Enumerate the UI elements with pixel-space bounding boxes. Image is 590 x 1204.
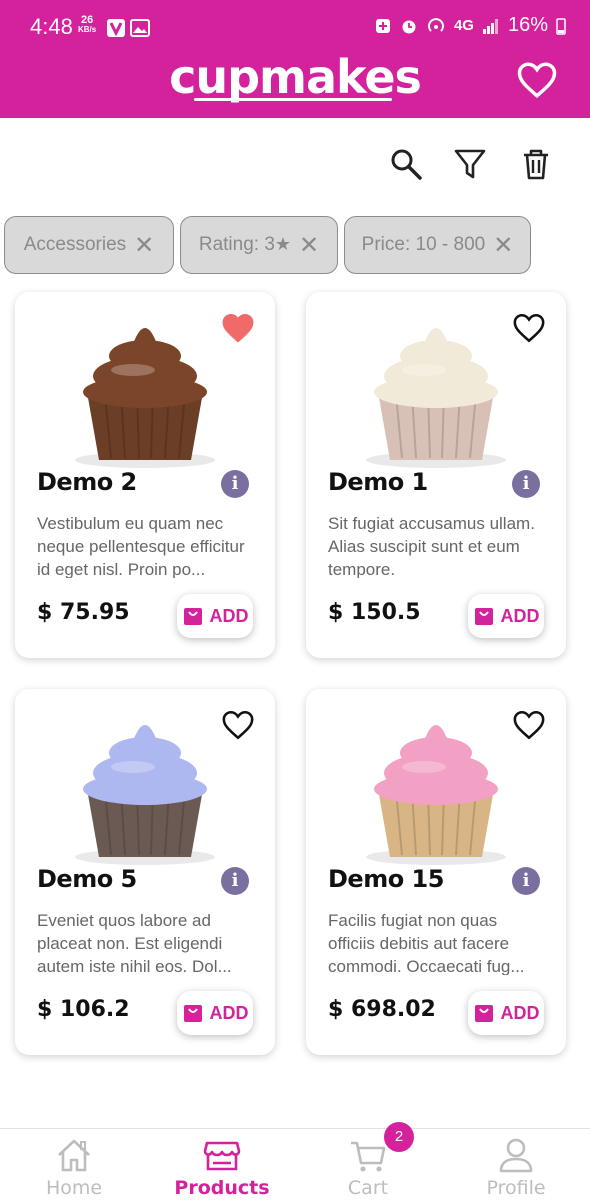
product-card[interactable]: Demo 2 i Vestibulum eu quam nec neque pe… bbox=[15, 292, 275, 658]
profile-icon bbox=[499, 1138, 533, 1173]
product-price: $ 150.5 bbox=[328, 600, 421, 625]
brand-logo: cupmakes bbox=[169, 50, 422, 104]
favorite-heart-icon[interactable] bbox=[221, 312, 255, 344]
nav-label: Home bbox=[45, 1177, 103, 1199]
shopping-bag-icon bbox=[474, 1005, 493, 1022]
home-icon bbox=[58, 1139, 90, 1172]
close-icon[interactable]: ✕ bbox=[299, 231, 319, 260]
product-card[interactable]: Demo 5 i Eveniet quos labore ad placeat … bbox=[15, 689, 275, 1055]
product-card[interactable]: Demo 1 i Sit fugiat accusamus ullam. Ali… bbox=[306, 292, 566, 658]
nav-label: Products bbox=[174, 1177, 270, 1199]
add-button-label: ADD bbox=[500, 605, 540, 626]
add-to-cart-button[interactable]: ADD bbox=[177, 594, 253, 638]
filter-chip-label: Rating: 3★ bbox=[199, 234, 291, 256]
app-screen: 4:48 26 KB/s 4G 16% cupmakes Accessories… bbox=[0, 0, 590, 1204]
app-header: 4:48 26 KB/s 4G 16% cupmakes bbox=[0, 0, 590, 118]
product-title: Demo 2 bbox=[37, 468, 137, 496]
favorite-heart-icon[interactable] bbox=[512, 312, 546, 344]
net-speed-unit: KB/s bbox=[78, 25, 97, 34]
filter-chip-accessories[interactable]: Accessories ✕ bbox=[4, 216, 174, 274]
product-price: $ 106.2 bbox=[37, 997, 130, 1022]
battery-saver-icon bbox=[375, 18, 390, 33]
search-icon[interactable] bbox=[388, 146, 424, 182]
add-button-label: ADD bbox=[209, 1002, 249, 1023]
product-price: $ 75.95 bbox=[37, 600, 130, 625]
product-price: $ 698.02 bbox=[328, 997, 436, 1022]
info-icon[interactable]: i bbox=[512, 470, 540, 498]
status-bar: 4:48 26 KB/s 4G 16% bbox=[0, 0, 590, 56]
cart-badge: 2 bbox=[384, 1122, 414, 1152]
store-icon bbox=[203, 1141, 241, 1171]
product-description: Vestibulum eu quam nec neque pellentesqu… bbox=[37, 514, 245, 578]
product-description: Sit fugiat accusamus ullam. Alias suscip… bbox=[328, 514, 535, 578]
add-button-label: ADD bbox=[209, 605, 249, 626]
favorite-heart-icon[interactable] bbox=[221, 709, 255, 741]
alarm-icon bbox=[402, 20, 416, 33]
product-description: Facilis fugiat non quas officiis debitis… bbox=[328, 911, 525, 975]
shopping-bag-icon bbox=[183, 608, 202, 625]
status-time: 4:48 bbox=[30, 14, 73, 39]
battery-icon bbox=[556, 17, 566, 35]
nav-products[interactable]: Products bbox=[172, 1135, 272, 1204]
shopping-bag-icon bbox=[183, 1005, 202, 1022]
product-title: Demo 5 bbox=[37, 865, 137, 893]
add-button-label: ADD bbox=[500, 1002, 540, 1023]
bottom-nav: Home Products Cart Profile bbox=[0, 1128, 590, 1204]
gallery-notification-icon bbox=[130, 19, 150, 37]
add-to-cart-button[interactable]: ADD bbox=[468, 594, 544, 638]
net-speed-value: 26 bbox=[80, 14, 94, 26]
filter-chip-label: Price: 10 - 800 bbox=[361, 234, 486, 255]
add-to-cart-button[interactable]: ADD bbox=[177, 991, 253, 1035]
nav-profile[interactable]: Profile bbox=[466, 1135, 566, 1204]
info-icon[interactable]: i bbox=[512, 867, 540, 895]
net-speed: 26 KB/s bbox=[78, 15, 96, 35]
network-type: 4G bbox=[453, 17, 474, 34]
info-icon[interactable]: i bbox=[221, 867, 249, 895]
hotspot-icon bbox=[428, 17, 444, 32]
trash-icon[interactable] bbox=[518, 146, 554, 182]
battery-percent: 16% bbox=[507, 14, 548, 36]
cart-icon bbox=[351, 1141, 386, 1172]
product-title: Demo 1 bbox=[328, 468, 428, 496]
shopping-bag-icon bbox=[474, 608, 493, 625]
filter-icon[interactable] bbox=[452, 146, 488, 182]
info-icon[interactable]: i bbox=[221, 470, 249, 498]
favorite-heart-icon[interactable] bbox=[512, 709, 546, 741]
close-icon[interactable]: ✕ bbox=[493, 231, 513, 260]
product-title: Demo 15 bbox=[328, 865, 444, 893]
filter-chip-rating[interactable]: Rating: 3★ ✕ bbox=[180, 216, 338, 274]
status-right: 4G 16% bbox=[374, 14, 566, 37]
filter-chip-label: Accessories bbox=[23, 234, 127, 255]
add-to-cart-button[interactable]: ADD bbox=[468, 991, 544, 1035]
product-card[interactable]: Demo 15 i Facilis fugiat non quas offici… bbox=[306, 689, 566, 1055]
product-description: Eveniet quos labore ad placeat non. Est … bbox=[37, 911, 232, 975]
star-icon: ★ bbox=[274, 234, 292, 254]
nav-label: Cart bbox=[347, 1177, 389, 1199]
close-icon[interactable]: ✕ bbox=[134, 231, 154, 260]
app-notification-icon bbox=[107, 19, 125, 37]
filter-chip-price[interactable]: Price: 10 - 800 ✕ bbox=[344, 216, 531, 274]
nav-home[interactable]: Home bbox=[24, 1135, 124, 1204]
brand-underline bbox=[194, 98, 392, 101]
signal-icon bbox=[482, 18, 498, 34]
rating-chip-text: Rating: 3 bbox=[198, 234, 275, 255]
nav-label: Profile bbox=[486, 1177, 546, 1199]
favorites-heart-icon[interactable] bbox=[516, 60, 558, 100]
